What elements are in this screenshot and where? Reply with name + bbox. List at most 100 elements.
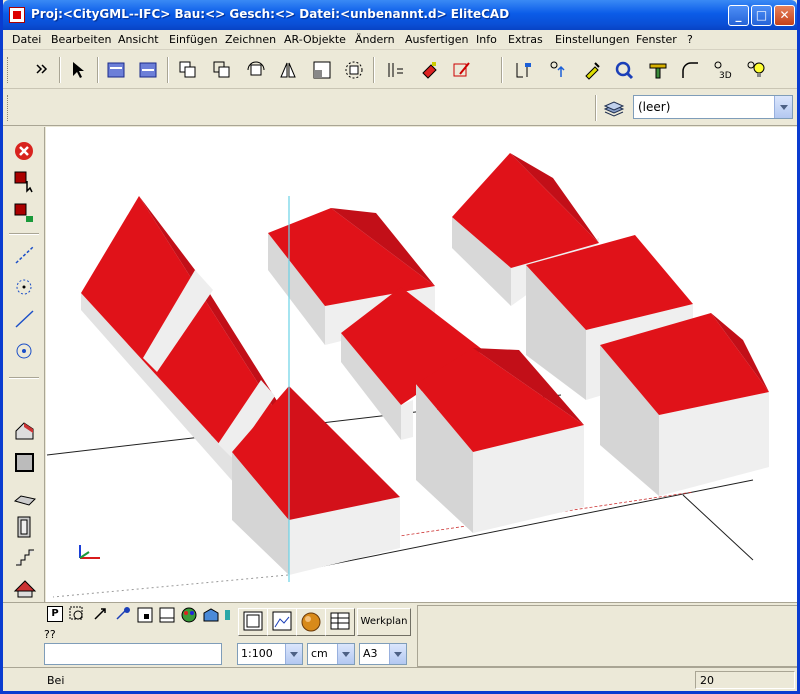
point-up-icon[interactable] (547, 59, 569, 81)
menu-datei[interactable]: Datei (12, 33, 41, 46)
eraser-icon[interactable] (419, 59, 441, 81)
chevron-down-icon[interactable] (285, 644, 302, 664)
workplane-button[interactable]: Werkplan (357, 608, 411, 636)
menu-help[interactable]: ? (687, 33, 693, 46)
rotate-icon[interactable] (245, 59, 267, 81)
move-icon[interactable] (211, 59, 233, 81)
slab-icon[interactable] (13, 451, 37, 475)
line-icon[interactable] (13, 307, 37, 331)
sheet-button[interactable] (325, 608, 355, 636)
window-object-icon[interactable] (13, 515, 37, 539)
command-label: ?? (44, 628, 56, 641)
window-title: Proj:<CityGML--IFC> Bau:<> Gesch:<> Date… (31, 7, 510, 21)
menu-ausfertigen[interactable]: Ausfertigen (405, 33, 468, 46)
command-panel: P ?? Werkplan 1:100 cm A3 (3, 602, 797, 667)
paper-size-value: A3 (363, 647, 378, 660)
menu-info[interactable]: Info (476, 33, 497, 46)
material-button[interactable] (296, 608, 326, 636)
toolbar-separator (97, 57, 99, 83)
pipette-icon[interactable] (581, 59, 603, 81)
render-color-icon[interactable] (179, 605, 199, 625)
copy-icon[interactable] (177, 59, 199, 81)
scale-icon[interactable] (311, 59, 333, 81)
view-frame-icon[interactable] (135, 605, 155, 625)
maximize-button[interactable]: □ (751, 5, 772, 26)
toolbar-separator (59, 57, 61, 83)
pan-icon[interactable] (91, 605, 111, 625)
measure-icon[interactable] (513, 59, 535, 81)
sheet-table-icon (330, 612, 350, 630)
title-bar[interactable]: Proj:<CityGML--IFC> Bau:<> Gesch:<> Date… (3, 0, 797, 30)
orbit-icon[interactable] (113, 605, 133, 625)
status-value-cell: 20 (695, 671, 795, 689)
scale-dropdown[interactable]: 1:100 (237, 643, 303, 665)
unit-value: cm (311, 647, 328, 660)
close-button[interactable]: ✕ (774, 5, 795, 26)
window-select-alt-icon[interactable] (137, 59, 159, 81)
menu-aendern[interactable]: Ändern (355, 33, 395, 46)
menu-ansicht[interactable]: Ansicht (118, 33, 159, 46)
main-toolbar: 3D (3, 51, 797, 89)
paper-size-dropdown[interactable]: A3 (359, 643, 407, 665)
toolbar-separator (501, 57, 503, 83)
axis-triad-icon (79, 545, 100, 559)
elevation-button[interactable] (267, 608, 297, 636)
layer-dropdown[interactable]: (leer) (633, 95, 793, 119)
snap-grid-icon[interactable] (385, 59, 407, 81)
edit-object-icon[interactable] (451, 59, 473, 81)
tape-measure-icon[interactable] (647, 59, 669, 81)
building-model-canvas[interactable] (46, 127, 797, 602)
menu-einfuegen[interactable]: Einfügen (169, 33, 218, 46)
chevron-more-icon[interactable] (33, 59, 55, 81)
circle-icon[interactable] (13, 339, 37, 363)
palette-separator (9, 233, 39, 235)
roof-object-icon[interactable] (13, 419, 37, 443)
toolbar-separator (167, 57, 169, 83)
circle-center-icon[interactable] (13, 275, 37, 299)
toolbar-grip[interactable] (7, 57, 10, 83)
menu-zeichnen[interactable]: Zeichnen (225, 33, 276, 46)
page-layout-button[interactable] (238, 608, 268, 636)
zoom-icon[interactable] (613, 59, 635, 81)
page-layout-icon (243, 611, 263, 631)
window-select-icon[interactable] (105, 59, 127, 81)
layers-icon[interactable] (603, 97, 625, 119)
elevation-icon (272, 611, 292, 631)
view-3d-icon[interactable]: 3D (711, 59, 733, 81)
menu-bearbeiten[interactable]: Bearbeiten (51, 33, 111, 46)
command-input[interactable] (44, 643, 222, 665)
menu-fenster[interactable]: Fenster (636, 33, 677, 46)
status-value: 20 (700, 674, 714, 687)
wall-icon[interactable] (13, 487, 37, 511)
arc-icon[interactable] (679, 59, 701, 81)
material-sphere-icon (301, 612, 321, 632)
select-plus-icon[interactable] (13, 201, 37, 225)
roof-red-icon[interactable] (13, 577, 37, 601)
unit-dropdown[interactable]: cm (307, 643, 355, 665)
menu-einstellungen[interactable]: Einstellungen (555, 33, 630, 46)
shaded-view-icon[interactable] (201, 605, 221, 625)
mirror-icon[interactable] (277, 59, 299, 81)
cancel-icon[interactable] (13, 139, 37, 163)
select-arrow-icon[interactable] (67, 59, 89, 81)
zoom-window-icon[interactable] (68, 605, 88, 625)
group-icon[interactable] (343, 59, 365, 81)
plan-view-icon[interactable] (157, 605, 177, 625)
info-area (417, 605, 797, 667)
toolbar-grip[interactable] (7, 95, 10, 121)
menu-ar-objekte[interactable]: AR-Objekte (284, 33, 346, 46)
dashed-line-icon[interactable] (13, 243, 37, 267)
chevron-down-icon[interactable] (337, 644, 354, 664)
chevron-down-icon[interactable] (774, 96, 792, 118)
project-p-button[interactable]: P (47, 606, 63, 622)
toolbar-separator (373, 57, 375, 83)
chevron-down-icon[interactable] (389, 644, 406, 664)
select-element-icon[interactable] (13, 169, 37, 193)
app-logo-icon (9, 7, 25, 23)
building-g[interactable] (600, 313, 769, 496)
cad-3d-viewport[interactable] (46, 127, 797, 602)
menu-extras[interactable]: Extras (508, 33, 543, 46)
light-bulb-icon[interactable] (745, 59, 767, 81)
minimize-button[interactable]: _ (728, 5, 749, 26)
stair-icon[interactable] (13, 545, 37, 569)
